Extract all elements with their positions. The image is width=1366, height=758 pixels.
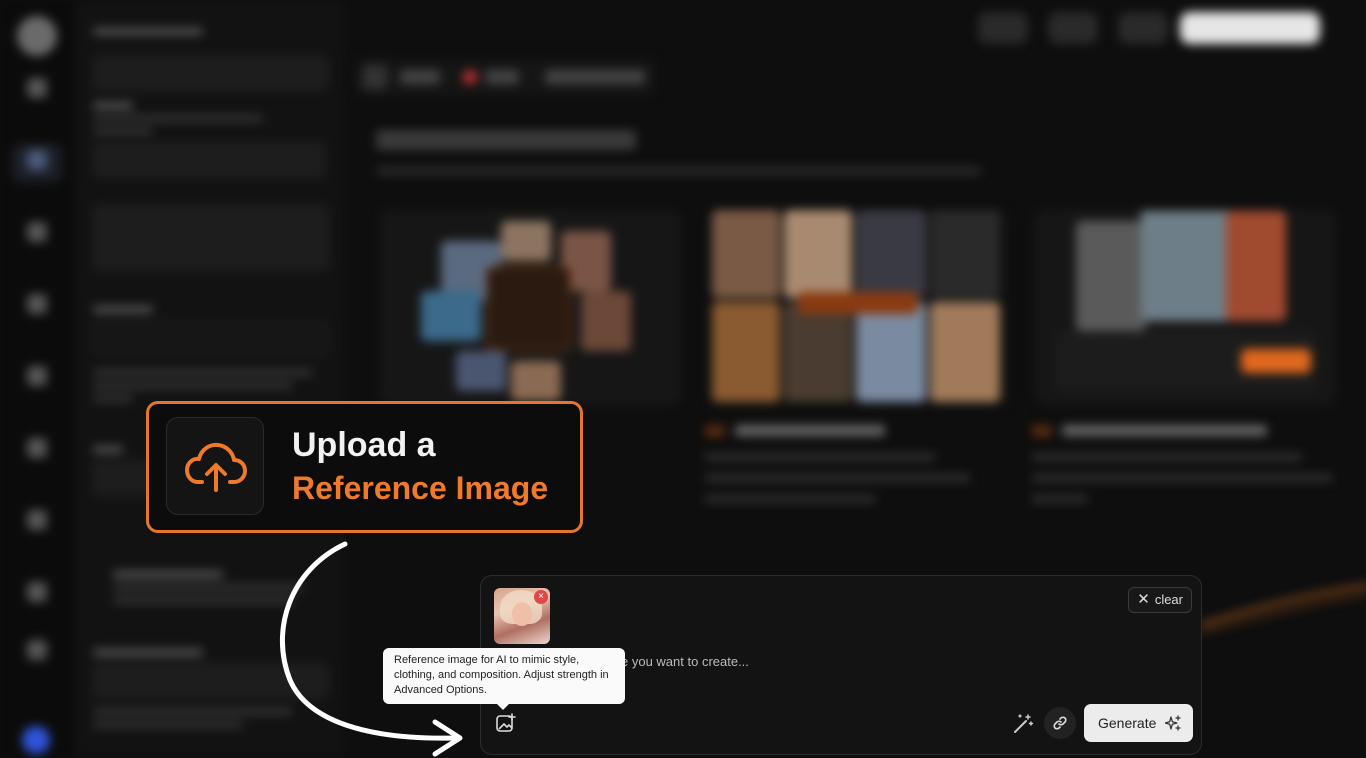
decorative-wave xyxy=(1200,583,1366,634)
sparkles-icon xyxy=(1165,715,1181,731)
step-desc-2 xyxy=(705,446,1005,503)
clear-button[interactable]: ✕ clear xyxy=(1128,587,1192,613)
page-subheading xyxy=(376,166,981,176)
magic-wand-icon[interactable] xyxy=(1011,712,1035,736)
generate-label: Generate xyxy=(1098,715,1157,731)
rail-item-6[interactable] xyxy=(12,438,62,464)
app-logo xyxy=(17,16,57,56)
step-card-3 xyxy=(1035,210,1335,405)
link-icon xyxy=(1053,716,1067,730)
rail-item-3[interactable] xyxy=(12,222,62,248)
page-heading xyxy=(376,130,636,150)
close-icon: ✕ xyxy=(1137,591,1150,608)
avatar[interactable] xyxy=(22,726,50,754)
rail-item-1[interactable] xyxy=(12,78,62,104)
rail-item-5[interactable] xyxy=(12,366,62,392)
step-card-1 xyxy=(380,210,680,405)
generate-button[interactable]: Generate xyxy=(1084,704,1193,742)
remove-reference-button[interactable]: × xyxy=(534,590,548,604)
image-plus-icon[interactable] xyxy=(495,713,517,735)
reference-image-tooltip: Reference image for AI to mimic style, c… xyxy=(383,648,625,710)
link-button[interactable] xyxy=(1044,707,1076,739)
prompt-input[interactable]: e you want to create... xyxy=(621,654,749,669)
top-bar xyxy=(343,0,1366,52)
rail-item-2[interactable] xyxy=(12,144,62,182)
rail-item-8[interactable] xyxy=(12,582,62,608)
left-nav-rail xyxy=(0,0,75,758)
step-title-3 xyxy=(1032,422,1267,437)
step-desc-3 xyxy=(1032,446,1332,503)
rail-item-9[interactable] xyxy=(12,640,62,666)
callout-line-2: Reference Image xyxy=(292,470,549,506)
cloud-upload-icon xyxy=(166,417,264,515)
step-card-2 xyxy=(708,210,1008,405)
callout-line-1: Upload a xyxy=(292,426,436,464)
upload-reference-callout: Upload a Reference Image xyxy=(146,401,583,533)
clear-label: clear xyxy=(1154,592,1183,607)
step-title-2 xyxy=(705,422,885,437)
rail-item-4[interactable] xyxy=(12,294,62,320)
reference-image-thumbnail[interactable]: × xyxy=(494,588,550,644)
view-tabs xyxy=(355,58,655,96)
rail-item-7[interactable] xyxy=(12,510,62,536)
